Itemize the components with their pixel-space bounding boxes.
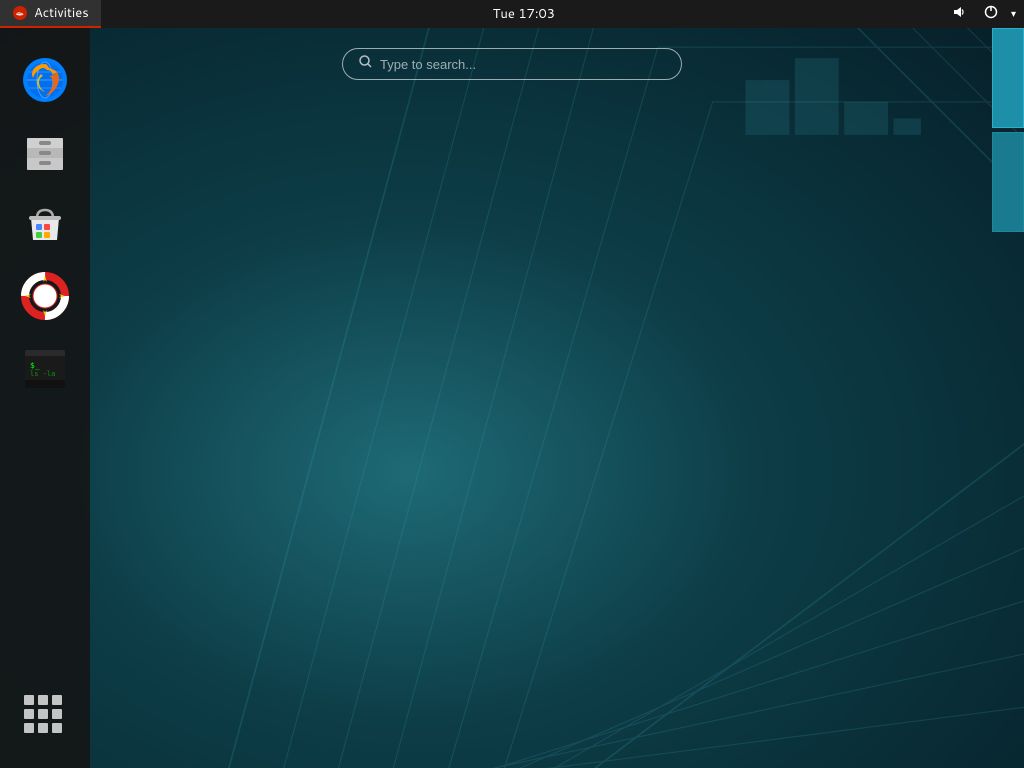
- redhat-logo-icon: [12, 5, 28, 21]
- power-icon[interactable]: [979, 2, 1003, 27]
- clock: Tue 17:03: [493, 5, 555, 23]
- appgrid-dot: [52, 723, 62, 733]
- dock-item-help[interactable]: [13, 264, 77, 328]
- terminal-icon: $_ ls -la: [19, 342, 71, 394]
- svg-text:$_: $_: [30, 361, 40, 370]
- volume-icon[interactable]: [947, 2, 971, 27]
- topbar-center: Tue 17:03: [101, 5, 947, 23]
- dock-item-terminal[interactable]: $_ ls -la: [13, 336, 77, 400]
- filemanager-icon: [19, 126, 71, 178]
- appgrid-dot: [24, 723, 34, 733]
- firefox-icon: [19, 54, 71, 106]
- dock: $_ ls -la: [0, 28, 90, 768]
- dock-item-appgrid[interactable]: [13, 684, 77, 748]
- appgrid-dot: [38, 695, 48, 705]
- workspace-2[interactable]: [992, 132, 1024, 232]
- search-container: [342, 48, 682, 80]
- appgrid-dot: [38, 709, 48, 719]
- svg-text:ls -la: ls -la: [30, 370, 55, 378]
- topbar: Activities Tue 17:03 ▾: [0, 0, 1024, 28]
- appgrid-dot: [52, 709, 62, 719]
- desktop-decoration: [0, 28, 1024, 768]
- appgrid-dot: [52, 695, 62, 705]
- search-bar: [342, 48, 682, 80]
- dock-item-firefox[interactable]: [13, 48, 77, 112]
- workspace-switcher: [992, 28, 1024, 232]
- workspace-1[interactable]: [992, 28, 1024, 128]
- activities-label: Activities: [34, 4, 89, 22]
- dock-item-files[interactable]: [13, 120, 77, 184]
- search-input[interactable]: [380, 57, 665, 72]
- desktop: [0, 28, 1024, 768]
- topbar-right: ▾: [947, 2, 1024, 27]
- activities-button[interactable]: Activities: [0, 0, 101, 28]
- system-dropdown-icon[interactable]: ▾: [1011, 7, 1016, 21]
- appgrid-icon: [24, 695, 66, 737]
- appgrid-dot: [24, 709, 34, 719]
- appgrid-dot: [38, 723, 48, 733]
- help-icon: [19, 270, 71, 322]
- dock-item-software[interactable]: [13, 192, 77, 256]
- software-center-icon: [19, 198, 71, 250]
- search-icon: [359, 55, 372, 73]
- appgrid-dot: [24, 695, 34, 705]
